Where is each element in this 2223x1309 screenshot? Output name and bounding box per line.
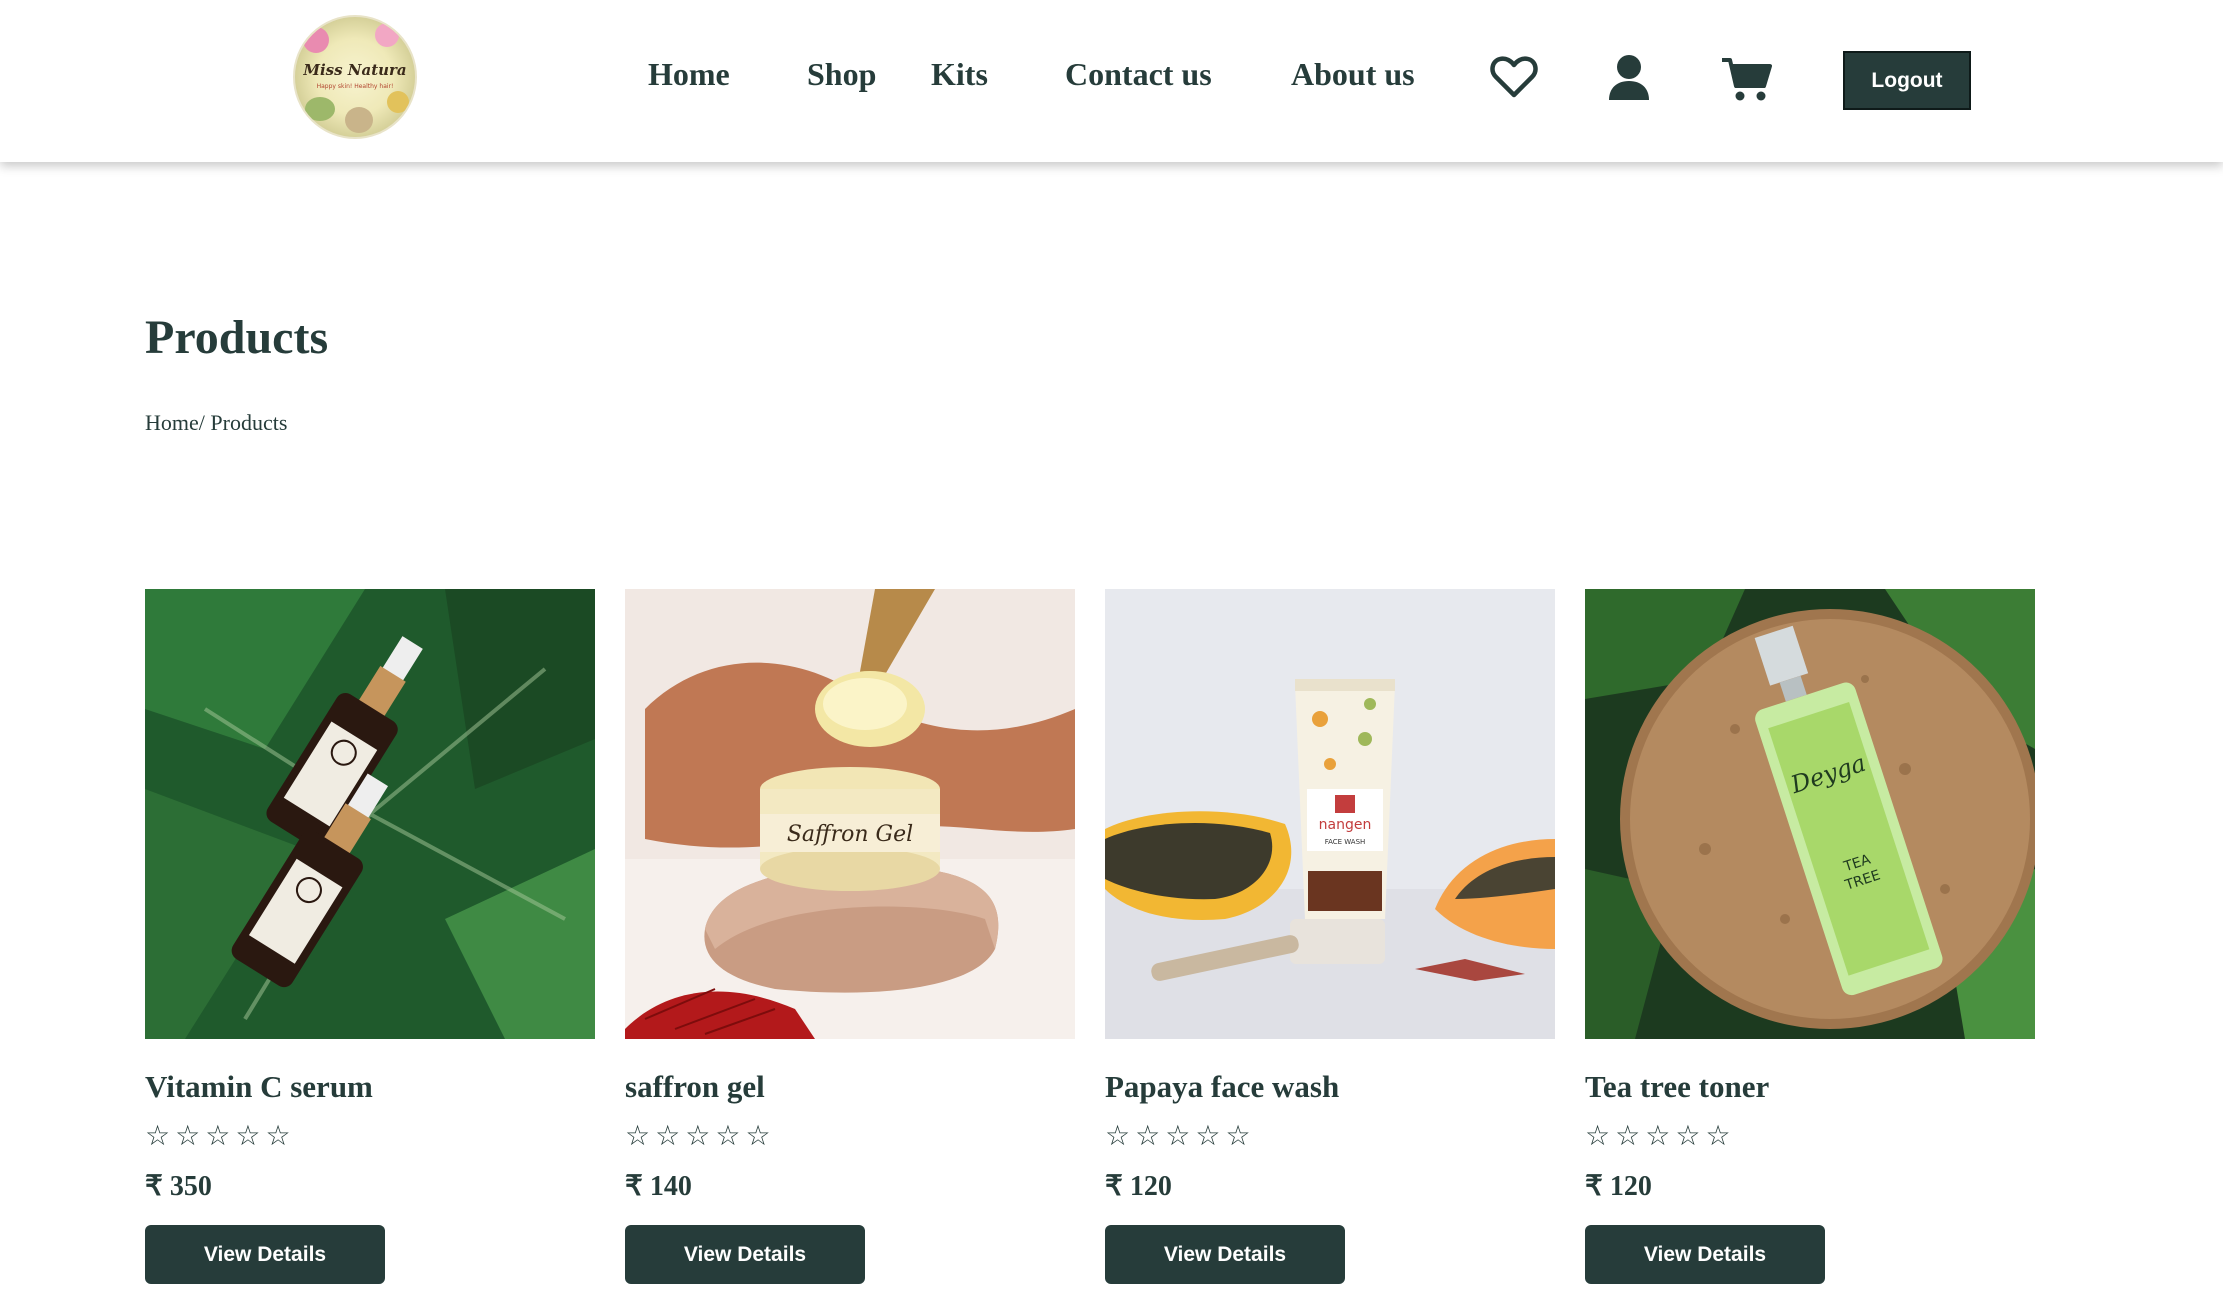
product-image[interactable]: Saffron Gel [625, 589, 1075, 1039]
star-icon[interactable]: ☆ [715, 1121, 740, 1151]
wishlist-button[interactable] [1490, 52, 1538, 104]
product-price: ₹ 120 [1105, 1171, 1172, 1202]
view-details-button[interactable]: View Details [1105, 1225, 1345, 1284]
nav-item-about[interactable]: About us [1291, 58, 1415, 90]
star-icon[interactable]: ☆ [1105, 1121, 1130, 1151]
logo-tagline: Happy skin! Healthy hair! [316, 83, 394, 90]
star-icon[interactable]: ☆ [1675, 1121, 1700, 1151]
star-icon[interactable]: ☆ [1585, 1121, 1610, 1151]
star-icon[interactable]: ☆ [205, 1121, 230, 1151]
product-name[interactable]: Tea tree toner [1585, 1069, 1769, 1105]
cart-button[interactable] [1720, 52, 1772, 104]
star-icon[interactable]: ☆ [1135, 1121, 1160, 1151]
breadcrumb-separator: / [198, 410, 211, 435]
star-icon[interactable]: ☆ [1615, 1121, 1640, 1151]
product-image[interactable]: Deyga TEA TREE [1585, 589, 2035, 1039]
breadcrumb: Home/ Products [145, 410, 287, 436]
view-details-button[interactable]: View Details [145, 1225, 385, 1284]
star-icon[interactable]: ☆ [745, 1121, 770, 1151]
product-image[interactable]: nangen FACE WASH [1105, 589, 1555, 1039]
brand-logo[interactable]: Miss Natura Happy skin! Healthy hair! [293, 15, 417, 139]
breadcrumb-current: Products [210, 410, 288, 435]
account-button[interactable] [1607, 52, 1651, 104]
svg-text:Saffron Gel: Saffron Gel [787, 822, 913, 847]
logo-brand-text: Miss Natura [303, 61, 407, 79]
product-rating[interactable]: ☆ ☆ ☆ ☆ ☆ [145, 1121, 291, 1151]
nav-item-kits[interactable]: Kits [931, 58, 988, 90]
site-header: Miss Natura Happy skin! Healthy hair! Ho… [0, 0, 2223, 162]
product-name[interactable]: saffron gel [625, 1069, 765, 1105]
star-icon[interactable]: ☆ [655, 1121, 680, 1151]
product-rating[interactable]: ☆ ☆ ☆ ☆ ☆ [625, 1121, 771, 1151]
logout-button[interactable]: Logout [1843, 51, 1971, 110]
star-icon[interactable]: ☆ [1225, 1121, 1250, 1151]
star-icon[interactable]: ☆ [1705, 1121, 1730, 1151]
product-name[interactable]: Vitamin C serum [145, 1069, 373, 1105]
product-price: ₹ 140 [625, 1171, 692, 1202]
user-icon [1609, 55, 1649, 100]
product-card: Vitamin C serum ☆ ☆ ☆ ☆ ☆ ₹ 350 View Det… [145, 589, 595, 1284]
svg-text:FACE WASH: FACE WASH [1325, 838, 1366, 846]
page-title: Products [145, 311, 329, 364]
star-icon[interactable]: ☆ [625, 1121, 650, 1151]
nav-item-home[interactable]: Home [648, 58, 730, 90]
star-icon[interactable]: ☆ [1195, 1121, 1220, 1151]
product-card: nangen FACE WASH Papaya face wash ☆ ☆ ☆ … [1105, 589, 1555, 1284]
product-rating[interactable]: ☆ ☆ ☆ ☆ ☆ [1105, 1121, 1251, 1151]
product-price: ₹ 120 [1585, 1171, 1652, 1202]
breadcrumb-home-link[interactable]: Home [145, 410, 199, 435]
star-icon[interactable]: ☆ [235, 1121, 260, 1151]
product-price: ₹ 350 [145, 1171, 212, 1202]
heart-icon [1490, 56, 1538, 98]
nav-item-contact[interactable]: Contact us [1065, 58, 1212, 90]
product-rating[interactable]: ☆ ☆ ☆ ☆ ☆ [1585, 1121, 1731, 1151]
svg-text:nangen: nangen [1319, 817, 1372, 833]
product-card: Deyga TEA TREE Tea tree toner ☆ ☆ ☆ ☆ ☆ … [1585, 589, 2035, 1284]
nav-item-shop[interactable]: Shop [807, 58, 876, 90]
product-image[interactable] [145, 589, 595, 1039]
view-details-button[interactable]: View Details [625, 1225, 865, 1284]
star-icon[interactable]: ☆ [265, 1121, 290, 1151]
star-icon[interactable]: ☆ [685, 1121, 710, 1151]
cart-icon [1722, 58, 1772, 101]
product-card: Saffron Gel saffron gel ☆ ☆ ☆ ☆ ☆ ₹ 140 … [625, 589, 1075, 1284]
star-icon[interactable]: ☆ [145, 1121, 170, 1151]
view-details-button[interactable]: View Details [1585, 1225, 1825, 1284]
star-icon[interactable]: ☆ [1645, 1121, 1670, 1151]
product-name[interactable]: Papaya face wash [1105, 1069, 1339, 1105]
star-icon[interactable]: ☆ [1165, 1121, 1190, 1151]
star-icon[interactable]: ☆ [175, 1121, 200, 1151]
